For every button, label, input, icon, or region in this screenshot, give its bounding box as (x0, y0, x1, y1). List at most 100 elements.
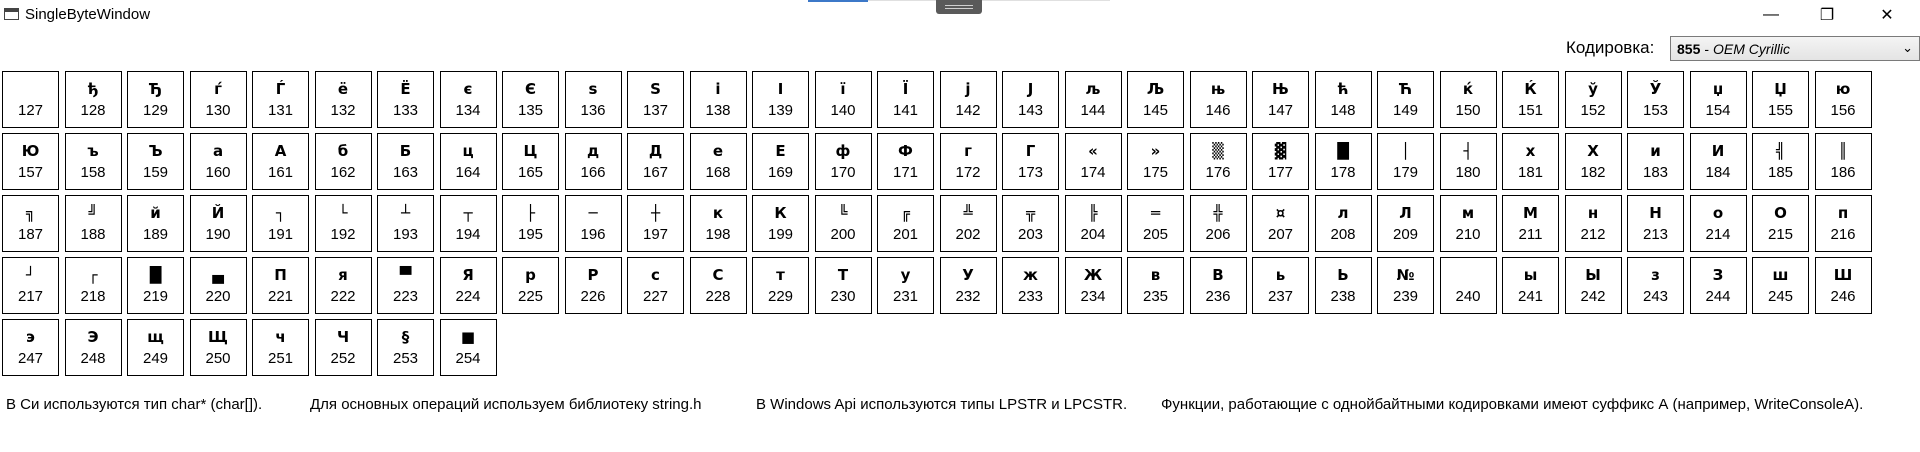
char-cell[interactable]: ъ 158 (64, 133, 122, 190)
char-cell[interactable]: ─ 196 (564, 195, 622, 252)
char-cell[interactable]: « 174 (1064, 133, 1122, 190)
minimize-button[interactable]: — (1748, 0, 1794, 30)
char-cell[interactable]: е 168 (689, 133, 747, 190)
char-cell[interactable]: ╝ 188 (64, 195, 122, 252)
char-cell[interactable]: П 221 (252, 257, 309, 314)
char-cell[interactable]: Ј 143 (1002, 71, 1059, 128)
char-cell[interactable]: ═ 205 (1127, 195, 1184, 252)
char-cell[interactable]: я 222 (314, 257, 372, 314)
char-cell[interactable]: О 215 (1752, 195, 1809, 252)
maximize-button[interactable]: ❐ (1804, 0, 1850, 30)
char-cell[interactable]: ╩ 202 (939, 195, 997, 252)
char-cell[interactable]: Ю 157 (2, 133, 59, 190)
char-cell[interactable]: щ 249 (127, 319, 184, 376)
char-cell[interactable]: ╣ 185 (1752, 133, 1809, 190)
char-cell[interactable]: Ћ 149 (1377, 71, 1434, 128)
char-cell[interactable]: њ 146 (1189, 71, 1247, 128)
char-cell[interactable]: │ 179 (1377, 133, 1434, 190)
char-cell[interactable]: ╦ 203 (1002, 195, 1059, 252)
char-cell[interactable]: ь 237 (1252, 257, 1309, 314)
char-cell[interactable]: ¤ 207 (1252, 195, 1309, 252)
char-cell[interactable]: ў 152 (1564, 71, 1622, 128)
char-cell[interactable]: ж 233 (1002, 257, 1059, 314)
char-cell[interactable]: ц 164 (439, 133, 497, 190)
char-cell[interactable]: Џ 155 (1752, 71, 1809, 128)
char-cell[interactable]: ▒ 176 (1189, 133, 1247, 190)
char-cell[interactable]: Щ 250 (189, 319, 247, 376)
char-cell[interactable]: Ш 246 (1814, 257, 1872, 314)
char-cell[interactable]: ћ 148 (1314, 71, 1372, 128)
char-cell[interactable]: № 239 (1377, 257, 1434, 314)
char-cell[interactable]: К 199 (752, 195, 809, 252)
char-cell[interactable]: ┴ 193 (377, 195, 434, 252)
char-cell[interactable]: Г 173 (1002, 133, 1059, 190)
char-cell[interactable]: ▀ 223 (377, 257, 434, 314)
char-cell[interactable]: ┼ 197 (627, 195, 684, 252)
char-cell[interactable]: ║ 186 (1814, 133, 1872, 190)
char-cell[interactable]: Ѓ 131 (252, 71, 309, 128)
char-cell[interactable]: ╔ 201 (877, 195, 934, 252)
char-cell[interactable]: к 198 (689, 195, 747, 252)
char-cell[interactable]: э 247 (2, 319, 59, 376)
char-cell[interactable]: т 229 (752, 257, 809, 314)
char-cell[interactable]: └ 192 (314, 195, 372, 252)
char-cell[interactable]: Л 209 (1377, 195, 1434, 252)
char-cell[interactable]: Є 135 (502, 71, 559, 128)
char-cell[interactable]: Ў 153 (1627, 71, 1684, 128)
char-cell[interactable]: А 161 (252, 133, 309, 190)
char-cell[interactable]: ќ 150 (1439, 71, 1497, 128)
char-cell[interactable]: и 183 (1627, 133, 1684, 190)
char-cell[interactable]: о 214 (1689, 195, 1747, 252)
char-cell[interactable]: х 181 (1502, 133, 1559, 190)
char-cell[interactable]: ┬ 194 (439, 195, 497, 252)
char-cell[interactable]: ■ 254 (439, 319, 497, 376)
char-cell[interactable]: ┐ 191 (252, 195, 309, 252)
char-cell[interactable]: і 138 (689, 71, 747, 128)
char-cell[interactable]: ф 170 (814, 133, 872, 190)
char-cell[interactable]: И 184 (1689, 133, 1747, 190)
char-cell[interactable]: з 243 (1627, 257, 1684, 314)
char-cell[interactable]: г 172 (939, 133, 997, 190)
char-cell[interactable]: Р 226 (564, 257, 622, 314)
char-cell[interactable]: Ќ 151 (1502, 71, 1559, 128)
char-cell[interactable]: § 253 (377, 319, 434, 376)
char-cell[interactable]: Ж 234 (1064, 257, 1122, 314)
char-cell[interactable]: Ч 252 (314, 319, 372, 376)
drag-handle-icon[interactable] (936, 0, 982, 14)
char-cell[interactable]: Х 182 (1564, 133, 1622, 190)
char-cell[interactable]: ы 241 (1502, 257, 1559, 314)
char-cell[interactable]: Ы 242 (1564, 257, 1622, 314)
char-cell[interactable]: љ 144 (1064, 71, 1122, 128)
char-cell[interactable]: б 162 (314, 133, 372, 190)
char-cell[interactable]: ▓ 177 (1252, 133, 1309, 190)
char-cell[interactable]: в 235 (1127, 257, 1184, 314)
char-cell[interactable]: █ 178 (1314, 133, 1372, 190)
char-cell[interactable]: █ 219 (127, 257, 184, 314)
char-cell[interactable]: Д 167 (627, 133, 684, 190)
char-cell[interactable]: є 134 (439, 71, 497, 128)
char-cell[interactable]: Ь 238 (1314, 257, 1372, 314)
char-cell[interactable]: ю 156 (1814, 71, 1872, 128)
char-cell[interactable]: Ё 133 (377, 71, 434, 128)
char-cell[interactable]: ╠ 204 (1064, 195, 1122, 252)
char-cell[interactable]: м 210 (1439, 195, 1497, 252)
char-cell[interactable]: ╗ 187 (2, 195, 59, 252)
char-cell[interactable]: ч 251 (252, 319, 309, 376)
char-cell[interactable]: Т 230 (814, 257, 872, 314)
char-cell[interactable]: » 175 (1127, 133, 1184, 190)
char-cell[interactable]: џ 154 (1689, 71, 1747, 128)
char-cell[interactable]: М 211 (1502, 195, 1559, 252)
char-cell[interactable]: Ъ 159 (127, 133, 184, 190)
char-cell[interactable]: Њ 147 (1252, 71, 1309, 128)
char-cell[interactable]: ѓ 130 (189, 71, 247, 128)
char-cell[interactable]: ┘ 217 (2, 257, 59, 314)
char-cell[interactable]: а 160 (189, 133, 247, 190)
char-cell[interactable]: ├ 195 (502, 195, 559, 252)
char-cell[interactable]: В 236 (1189, 257, 1247, 314)
char-cell[interactable]: ј 142 (939, 71, 997, 128)
char-cell[interactable]: у 231 (877, 257, 934, 314)
char-cell[interactable]: Э 248 (64, 319, 122, 376)
char-cell[interactable]: ┤ 180 (1439, 133, 1497, 190)
char-cell[interactable]: ђ 128 (64, 71, 122, 128)
char-cell[interactable]: л 208 (1314, 195, 1372, 252)
